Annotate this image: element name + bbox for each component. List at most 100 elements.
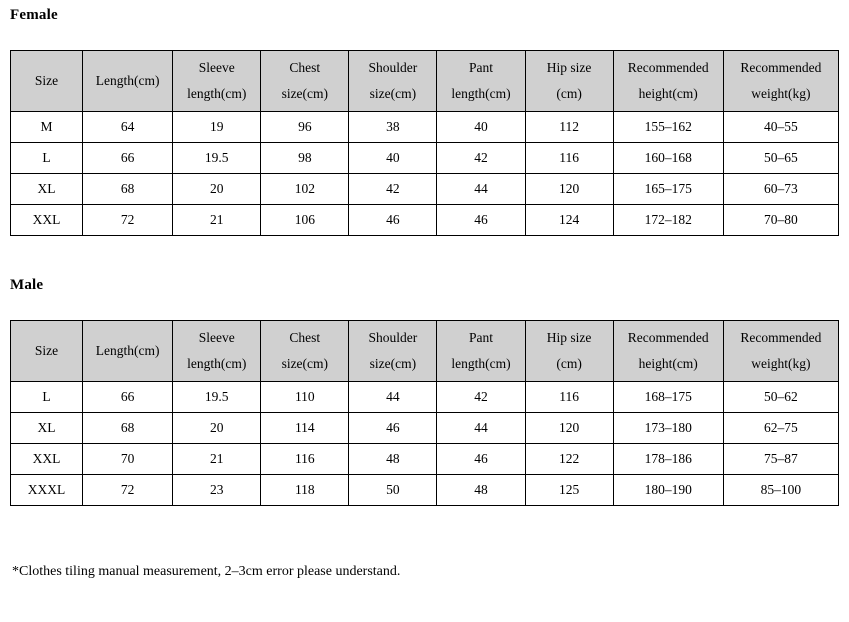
measurement-cell: 23 [172,474,262,506]
table-header-male: Size Length(cm) Sleeve length(cm) Chest size(… [9,320,840,382]
measurement-cell: 46 [348,412,438,444]
measurement-cell: 40 [436,111,526,143]
measurement-cell: 165–175 [612,173,724,205]
table-row: XL 68 20 114 46 44 120 173–180 62–75 [9,412,840,444]
column-header-line-1: Hip size [546,60,592,75]
column-header: Sleeve length(cm) [172,320,262,382]
measurement-cell: 40 [348,142,438,174]
measurement-cell: 62–75 [722,412,840,444]
section-title-male: Male [10,277,44,293]
column-header: Recommended weight(kg) [722,320,840,382]
size-cell: XXXL [9,474,84,506]
measurement-cell: 21 [172,443,262,475]
measurement-cell: 110 [260,381,350,413]
measurement-cell: 19.5 [172,142,262,174]
measurement-cell: 64 [82,111,174,143]
column-header-line-1: Recommended [740,330,822,345]
measurement-cell: 50–62 [722,381,840,413]
measurement-cell: 68 [82,173,174,205]
measurement-cell: 46 [436,204,526,236]
column-header-line-1: Chest [289,60,321,75]
column-header-line-2: length(cm) [187,356,247,371]
column-header-line-1: Recommended [740,60,822,75]
column-header-line-1: Shoulder [368,330,418,345]
column-header-line-2: size(cm) [369,86,417,101]
column-header-line-2: size(cm) [281,86,329,101]
size-cell: XL [9,173,84,205]
column-header-line-2: weight(kg) [751,86,811,101]
measurement-cell: 102 [260,173,350,205]
measurement-cell: 122 [524,443,614,475]
measurement-cell: 60–73 [722,173,840,205]
measurement-cell: 120 [524,412,614,444]
measurement-cell: 46 [348,204,438,236]
column-header: Shoulder size(cm) [348,50,438,112]
table-header-female: Size Length(cm) Sleeve length(cm) Chest size(… [9,50,840,112]
measurement-cell: 155–162 [612,111,724,143]
column-header-line-1: Size [34,73,59,88]
measurement-cell: 19.5 [172,381,262,413]
column-header-line-1: Sleeve [198,330,235,345]
column-header-line-2: length(cm) [187,86,247,101]
measurement-cell: 180–190 [612,474,724,506]
header-row: Size Length(cm) Sleeve length(cm) Chest size(… [9,50,840,112]
column-header-line-2: height(cm) [638,356,698,371]
column-header-line-1: Hip size [546,330,592,345]
measurement-cell: 70–80 [722,204,840,236]
measurement-cell: 50 [348,474,438,506]
column-header: Sleeve length(cm) [172,50,262,112]
measurement-cell: 44 [436,412,526,444]
column-header-line-1: Recommended [627,60,709,75]
column-header-line-1: Pant [468,330,493,345]
measurement-cell: 40–55 [722,111,840,143]
measurement-cell: 38 [348,111,438,143]
measurement-cell: 66 [82,142,174,174]
measurement-cell: 96 [260,111,350,143]
column-header: Shoulder size(cm) [348,320,438,382]
measurement-cell: 66 [82,381,174,413]
measurement-cell: 72 [82,474,174,506]
table-row: L 66 19.5 98 40 42 116 160–168 50–65 [9,142,840,174]
measurement-cell: 42 [436,142,526,174]
column-header-line-2: (cm) [556,356,582,371]
column-header-line-1: Pant [468,60,493,75]
table-row: XL 68 20 102 42 44 120 165–175 60–73 [9,173,840,205]
measurement-cell: 42 [436,381,526,413]
column-header: Length(cm) [82,50,174,112]
column-header: Recommended height(cm) [612,320,724,382]
measurement-cell: 75–87 [722,443,840,475]
size-cell: XL [9,412,84,444]
column-header-line-1: Recommended [627,330,709,345]
measurement-cell: 48 [436,474,526,506]
size-cell: XXL [9,443,84,475]
size-cell: L [9,142,84,174]
column-header: Size [9,320,84,382]
column-header: Recommended weight(kg) [722,50,840,112]
column-header-line-2: (cm) [556,86,582,101]
measurement-cell: 116 [524,381,614,413]
size-cell: L [9,381,84,413]
measurement-cell: 118 [260,474,350,506]
measurement-cell: 42 [348,173,438,205]
measurement-cell: 44 [436,173,526,205]
measurement-cell: 114 [260,412,350,444]
column-header-line-2: size(cm) [369,356,417,371]
column-header-line-1: Size [34,343,59,358]
column-header-line-2: height(cm) [638,86,698,101]
column-header-line-2: size(cm) [281,356,329,371]
column-header-line-1: Length(cm) [95,73,160,88]
measurement-cell: 50–65 [722,142,840,174]
measurement-cell: 98 [260,142,350,174]
measurement-cell: 20 [172,412,262,444]
column-header-line-2: length(cm) [451,356,511,371]
column-header-line-1: Sleeve [198,60,235,75]
column-header-line-1: Shoulder [368,60,418,75]
size-table-female: Size Length(cm) Sleeve length(cm) Chest size(… [9,50,840,236]
column-header-line-2: weight(kg) [751,356,811,371]
measurement-cell: 48 [348,443,438,475]
measurement-cell: 120 [524,173,614,205]
table-body-male: L 66 19.5 110 44 42 116 168–175 50–62 XL 68 20 114 46… [9,381,840,506]
table-row: M 64 19 96 38 40 112 155–162 40–55 [9,111,840,143]
measurement-cell: 68 [82,412,174,444]
header-row: Size Length(cm) Sleeve length(cm) Chest size(… [9,320,840,382]
